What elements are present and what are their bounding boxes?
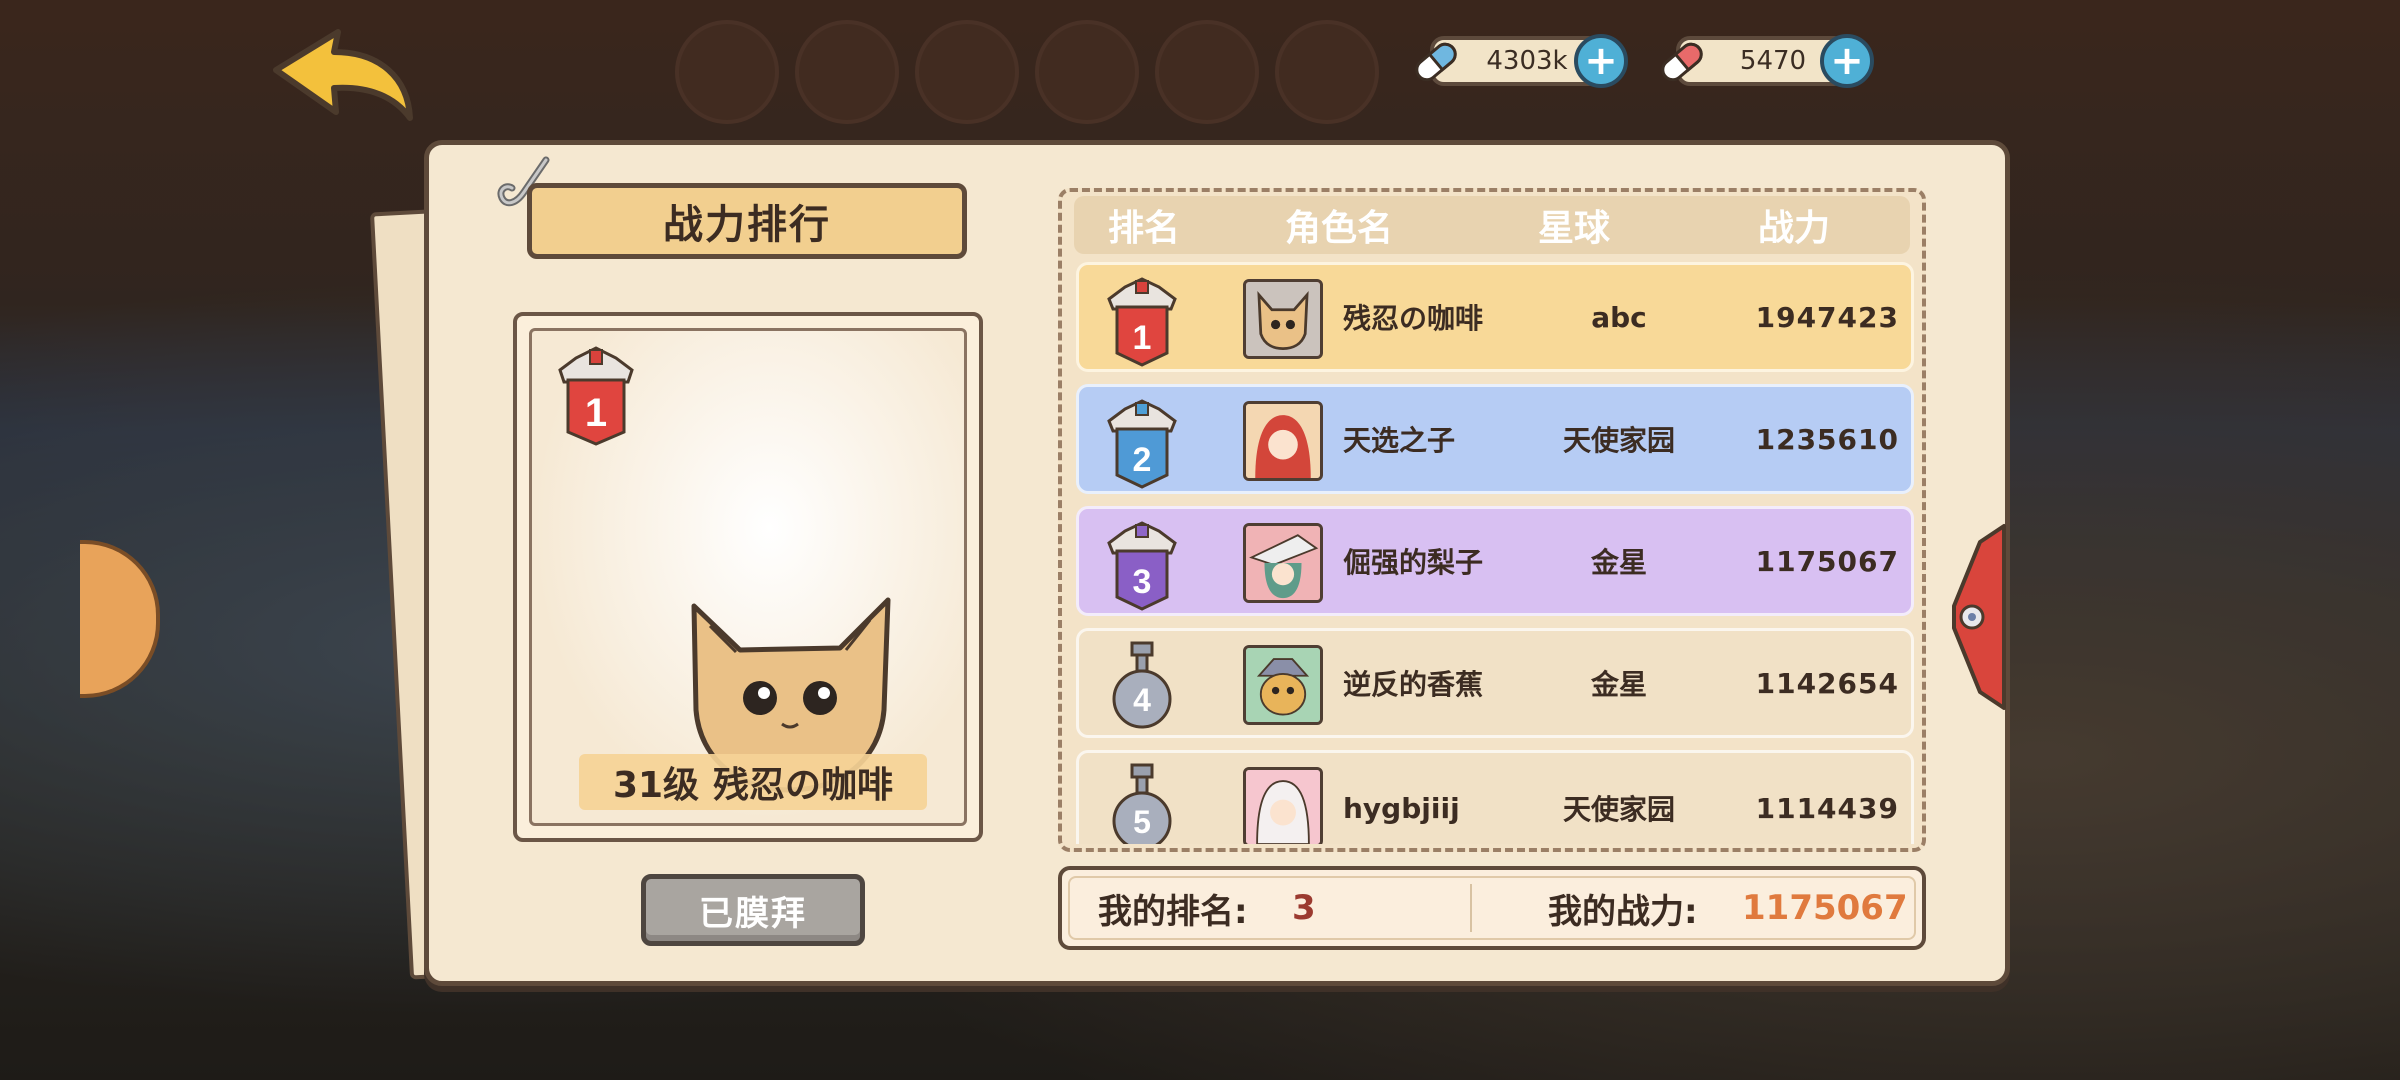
svg-text:5: 5	[1133, 804, 1151, 840]
avatar	[1243, 523, 1323, 603]
rank-1-badge-icon: 1	[1107, 277, 1177, 367]
table-row[interactable]: 3 倔强的梨子 金星 1175067	[1076, 506, 1914, 616]
divider	[1470, 884, 1472, 932]
red-pill-icon	[1661, 42, 1703, 82]
preview-rank-number: 1	[585, 391, 607, 435]
my-power-label: 我的战力:	[1548, 891, 1698, 932]
plus-icon[interactable]: +	[1574, 34, 1628, 88]
side-tab-icon[interactable]	[1950, 522, 2010, 712]
player-name: 天选之子	[1343, 424, 1456, 457]
blue-pill-icon	[1415, 42, 1457, 82]
rank-2-badge-icon: 2	[1107, 399, 1177, 489]
rank-4-medal-icon: 4	[1112, 641, 1172, 729]
cat-avatar-icon	[1246, 282, 1320, 356]
my-rank-value: 3	[1292, 888, 1316, 928]
preview-name-plate: 31级 残忍の咖啡	[579, 754, 927, 810]
panel-title: 战力排行	[527, 183, 967, 259]
player-planet: 天使家园	[1562, 793, 1675, 826]
header-name: 角色名	[1284, 208, 1393, 249]
player-power: 1142654	[1755, 666, 1899, 700]
header-power: 战力	[1757, 208, 1830, 249]
my-rank-label: 我的排名:	[1098, 891, 1248, 932]
red-hair-girl-avatar-icon	[1246, 404, 1320, 478]
table-row[interactable]: 4 逆反的香蕉 金星 1142654	[1076, 628, 1914, 738]
player-power: 1175067	[1755, 544, 1899, 578]
preview-level: 31级	[612, 765, 700, 806]
player-name: hygbjiij	[1343, 791, 1460, 825]
rank-5-medal-icon: 5	[1112, 763, 1172, 844]
worship-button[interactable]: 已膜拜	[641, 874, 865, 946]
rank-1-badge-icon: 1	[558, 346, 634, 446]
table-row[interactable]: 1 残忍の咖啡 abc 1947423	[1076, 262, 1914, 372]
player-planet: 金星	[1590, 546, 1647, 579]
svg-text:4: 4	[1133, 682, 1151, 718]
player-power: 1235610	[1755, 422, 1899, 456]
currency-blue: 4303k +	[1415, 34, 1628, 88]
currency-red: 5470 +	[1661, 34, 1874, 88]
player-name: 逆反的香蕉	[1343, 668, 1484, 701]
player-planet: abc	[1591, 300, 1647, 334]
avatar	[1243, 645, 1323, 725]
plus-icon[interactable]: +	[1820, 34, 1874, 88]
svg-text:2: 2	[1133, 441, 1152, 479]
table-row[interactable]: 2 天选之子 天使家园 1235610	[1076, 384, 1914, 494]
my-rank-bar: 我的排名: 3 我的战力: 1175067	[1058, 866, 1926, 950]
header-rank: 排名	[1107, 208, 1180, 249]
list-header: 排名 角色名 星球 战力	[1074, 196, 1910, 254]
player-planet: 金星	[1590, 668, 1647, 701]
svg-text:1: 1	[1133, 319, 1152, 357]
my-power-value: 1175067	[1742, 888, 1908, 928]
header-planet: 星球	[1537, 208, 1610, 249]
preview-player-name: 残忍の咖啡	[713, 765, 894, 806]
avatar	[1243, 279, 1323, 359]
player-name: 倔强的梨子	[1343, 546, 1484, 579]
avatar	[1243, 767, 1323, 844]
green-hair-avatar-icon	[1246, 526, 1320, 600]
rank-3-badge-icon: 3	[1107, 521, 1177, 611]
player-name: 残忍の咖啡	[1343, 302, 1484, 335]
player-power: 1947423	[1755, 300, 1899, 334]
player-power: 1114439	[1755, 791, 1899, 825]
back-arrow-icon[interactable]	[268, 22, 418, 132]
svg-text:3: 3	[1133, 563, 1152, 601]
avatar	[1243, 401, 1323, 481]
white-hair-girl-avatar-icon	[1246, 770, 1320, 844]
player-planet: 天使家园	[1562, 424, 1675, 457]
banana-avatar-icon	[1246, 648, 1320, 722]
table-row[interactable]: 5 hygbjiij 天使家园 1114439	[1076, 750, 1914, 844]
